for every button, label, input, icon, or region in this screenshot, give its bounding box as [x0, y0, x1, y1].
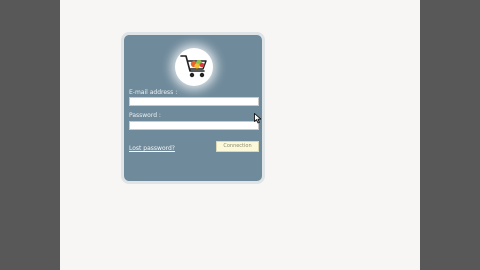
logo: [175, 48, 213, 86]
connection-button[interactable]: Connection: [216, 141, 259, 152]
password-field[interactable]: [129, 121, 259, 130]
shopping-cart-icon: [180, 55, 207, 78]
mouse-pointer-icon: [254, 113, 262, 124]
lost-password-link[interactable]: Lost password?: [129, 145, 175, 153]
password-label: Password :: [129, 112, 161, 119]
email-label: E-mail address :: [129, 89, 178, 96]
login-panel: E-mail address : Password : Lost passwor…: [121, 32, 265, 184]
email-field[interactable]: [129, 97, 259, 106]
